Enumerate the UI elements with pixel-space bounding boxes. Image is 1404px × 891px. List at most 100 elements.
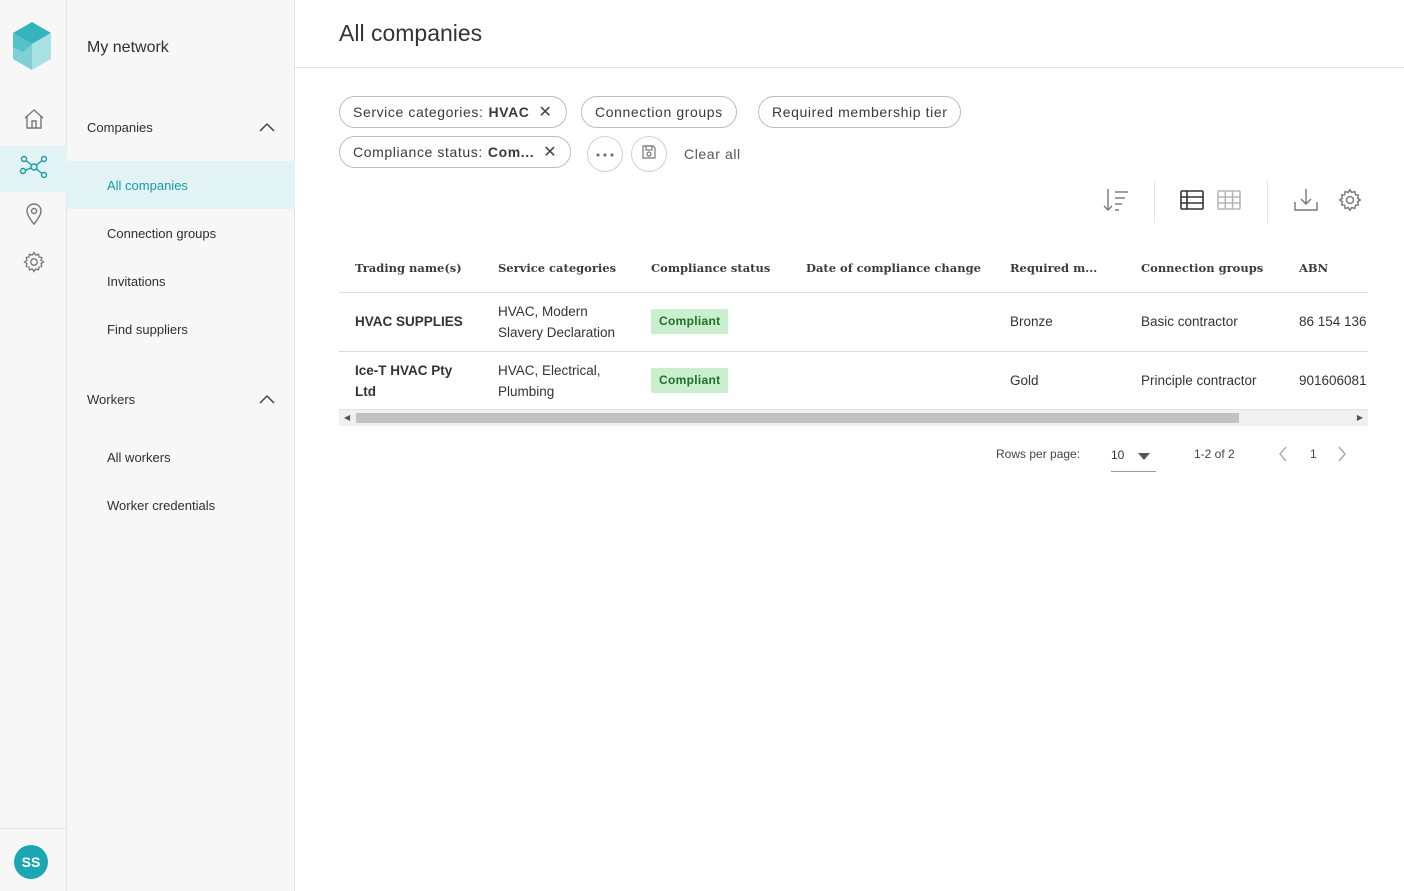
sort-button[interactable] (1100, 186, 1132, 218)
cell-trading-name[interactable]: Ice-T HVAC Pty Ltd (339, 351, 482, 411)
more-filters-button[interactable] (587, 136, 623, 172)
grid-view-button[interactable] (1213, 186, 1245, 218)
scroll-right-arrow-icon[interactable]: ▶ (1357, 413, 1363, 422)
user-avatar[interactable]: SS (14, 845, 48, 879)
chip-label: Required membership tier (772, 104, 948, 120)
more-horizontal-icon (595, 145, 615, 163)
cell-compliance-status: Compliant (635, 292, 790, 352)
icon-rail: SS (0, 0, 67, 891)
current-page-number[interactable]: 1 (1310, 447, 1317, 461)
cell-date-of-compliance-change (790, 292, 994, 352)
scrollbar-thumb[interactable] (356, 413, 1239, 423)
cell-connection-groups: Basic contractor (1125, 292, 1283, 352)
column-header-date-of-compliance-change[interactable]: Date of compliance change (790, 245, 994, 293)
rail-home-button[interactable] (0, 98, 67, 144)
header-divider (295, 67, 1404, 68)
sidebar-item-find-suppliers[interactable]: Find suppliers (67, 305, 295, 353)
scroll-left-arrow-icon[interactable]: ◀ (344, 413, 350, 422)
next-page-button[interactable] (1337, 446, 1347, 465)
download-icon (1292, 187, 1320, 218)
table-row[interactable]: HVAC SUPPLIES HVAC, Modern Slavery Decla… (339, 292, 1368, 352)
column-header-service-categories[interactable]: Service categories (482, 245, 635, 293)
sidebar-item-worker-credentials[interactable]: Worker credentials (67, 481, 295, 529)
clear-all-filters-link[interactable]: Clear all (684, 146, 741, 162)
sidebar-section-workers[interactable]: Workers (87, 392, 275, 407)
rows-per-page-select[interactable]: 10 (1111, 443, 1156, 472)
download-button[interactable] (1290, 186, 1322, 218)
column-header-required-membership[interactable]: Required m... (994, 245, 1125, 293)
filter-chip-compliance-status[interactable]: Compliance status: Com... ✕ (339, 136, 572, 168)
grid-view-icon (1216, 189, 1242, 216)
secondary-sidebar: My network Companies All companies Conne… (67, 0, 295, 891)
save-icon (641, 144, 657, 165)
filter-chip-required-membership-tier[interactable]: Required membership tier (758, 96, 962, 128)
cell-service-categories: HVAC, Electrical, Plumbing (482, 351, 635, 411)
close-icon[interactable]: ✕ (543, 142, 557, 162)
cell-abn: 86 154 136 245 (1283, 292, 1368, 352)
chevron-up-icon[interactable] (259, 392, 275, 407)
filter-chip-connection-groups[interactable]: Connection groups (581, 96, 737, 128)
page-title: All companies (339, 20, 483, 46)
toolbar-separator (1154, 181, 1155, 223)
rail-location-button[interactable] (0, 193, 67, 239)
rows-per-page-label: Rows per page: (996, 447, 1081, 461)
cell-compliance-status: Compliant (635, 351, 790, 411)
table-horizontal-scrollbar[interactable]: ◀ ▶ (339, 409, 1368, 426)
companies-table: Trading name(s) Service categories Compl… (339, 245, 1368, 411)
location-pin-icon (23, 202, 45, 231)
previous-page-button[interactable] (1278, 446, 1288, 465)
network-icon (19, 154, 49, 185)
pagination-range: 1-2 of 2 (1194, 447, 1235, 461)
column-header-connection-groups[interactable]: Connection groups (1125, 245, 1283, 293)
cell-trading-name[interactable]: HVAC SUPPLIES (339, 292, 482, 352)
filter-chip-service-categories[interactable]: Service categories: HVAC ✕ (339, 96, 567, 128)
compliance-status-badge: Compliant (651, 368, 729, 393)
sidebar-item-label: Invitations (107, 273, 166, 289)
column-header-trading-name[interactable]: Trading name(s) (339, 245, 482, 293)
sidebar-item-label: Find suppliers (107, 321, 188, 337)
cell-service-categories: HVAC, Modern Slavery Declaration (482, 292, 635, 352)
sidebar-item-all-workers[interactable]: All workers (67, 433, 295, 481)
chip-label: Compliance status: (353, 144, 483, 160)
sidebar-item-invitations[interactable]: Invitations (67, 257, 295, 305)
sidebar-item-connection-groups[interactable]: Connection groups (67, 209, 295, 257)
sidebar-section-companies[interactable]: Companies (87, 120, 275, 135)
column-header-compliance-status[interactable]: Compliance status (635, 245, 790, 293)
close-icon[interactable]: ✕ (539, 102, 553, 122)
cell-abn: 901606081 (1283, 351, 1368, 411)
column-header-abn[interactable]: ABN (1283, 245, 1368, 293)
chip-value: Com... (487, 144, 535, 160)
chip-label: Service categories: (353, 104, 484, 120)
chip-value: HVAC (488, 104, 530, 120)
chip-label: Connection groups (595, 104, 723, 120)
sidebar-item-label: All workers (107, 449, 171, 465)
settings-icon (1337, 187, 1363, 218)
caret-down-icon (1138, 453, 1150, 460)
sidebar-item-all-companies[interactable]: All companies (67, 161, 295, 209)
settings-icon (22, 250, 46, 279)
rail-network-button[interactable] (0, 146, 67, 192)
cell-required-membership: Gold (994, 351, 1125, 411)
rail-divider (0, 828, 67, 829)
rows-per-page-value: 10 (1111, 448, 1125, 462)
sidebar-item-label: All companies (107, 177, 188, 193)
table-view-button[interactable] (1176, 186, 1208, 218)
companies-table-container: Trading name(s) Service categories Compl… (339, 245, 1368, 427)
table-settings-button[interactable] (1334, 186, 1366, 218)
chevron-left-icon (1278, 446, 1288, 465)
cell-date-of-compliance-change (790, 351, 994, 411)
chevron-right-icon (1337, 446, 1347, 465)
main-content: All companies Service categories: HVAC ✕… (295, 0, 1404, 891)
cell-required-membership: Bronze (994, 292, 1125, 352)
table-header-row: Trading name(s) Service categories Compl… (339, 245, 1368, 293)
list-view-icon (1179, 189, 1205, 216)
home-icon (22, 107, 46, 136)
sidebar-item-label: Connection groups (107, 225, 217, 241)
sidebar-section-label: Companies (87, 120, 153, 135)
save-filters-button[interactable] (631, 136, 667, 172)
chevron-up-icon[interactable] (259, 120, 275, 135)
rail-settings-button[interactable] (0, 241, 67, 287)
table-row[interactable]: Ice-T HVAC Pty Ltd HVAC, Electrical, Plu… (339, 351, 1368, 411)
sidebar-title: My network (87, 39, 169, 56)
app-logo-icon[interactable] (13, 22, 51, 70)
